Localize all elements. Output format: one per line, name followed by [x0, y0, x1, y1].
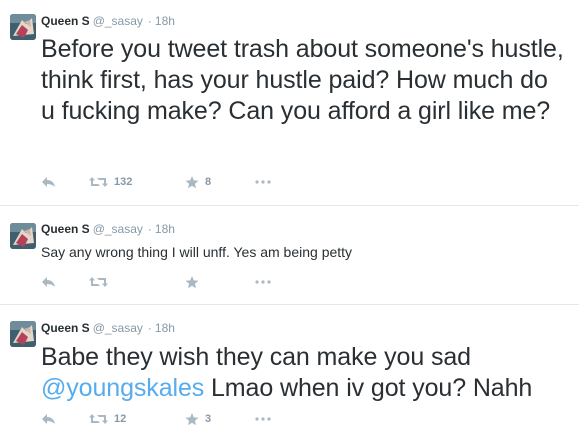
tweet-header: Queen S @_sasay · 18h [41, 321, 175, 335]
retweet-button[interactable]: 12 [89, 411, 126, 427]
tweet-text-content: Lmao when iv got you? Nahh [204, 374, 533, 402]
tweet-timestamp[interactable]: 18h [155, 321, 175, 335]
tweet-1[interactable]: Queen S @_sasay · 18h Before you tweet tras… [0, 0, 579, 206]
reply-icon [42, 277, 55, 287]
more-dots-icon [255, 417, 271, 421]
tweet-text-content: Before you tweet trash about someone's h… [41, 35, 564, 125]
more-options-button[interactable] [255, 174, 271, 190]
tweet-author-handle[interactable]: @_sasay [93, 14, 143, 28]
retweet-icon [89, 414, 108, 424]
tweet-text: Before you tweet trash about someone's h… [41, 34, 565, 127]
tweet-timestamp[interactable]: 18h [155, 14, 175, 28]
favorite-count: 8 [205, 176, 212, 188]
tweet-author-name[interactable]: Queen S [41, 14, 90, 28]
tweet-3[interactable]: Queen S @_sasay · 18h Babe they wish they c… [0, 305, 579, 441]
tweet-author-name[interactable]: Queen S [41, 321, 90, 335]
tweet-header: Queen S @_sasay · 18h [41, 14, 175, 28]
reply-button[interactable] [41, 411, 56, 427]
mention-link[interactable]: @youngskales [41, 374, 204, 402]
retweet-icon [89, 177, 108, 187]
retweet-button[interactable]: 132 [89, 174, 132, 190]
more-options-button[interactable] [255, 274, 271, 290]
avatar-image [10, 321, 36, 347]
avatar[interactable] [10, 223, 36, 249]
tweet-text: Babe they wish they can make you sad @yo… [41, 342, 565, 404]
avatar-image [10, 223, 36, 249]
separator-dot: · [147, 222, 152, 236]
tweet-author-name[interactable]: Queen S [41, 222, 90, 236]
tweet-text-content: Say any wrong thing I will unff. Yes am … [41, 244, 353, 260]
avatar[interactable] [10, 14, 36, 40]
avatar-image [10, 14, 36, 40]
favorite-button[interactable]: 3 [185, 411, 211, 427]
retweet-count: 12 [114, 413, 127, 425]
tweet-author-handle[interactable]: @_sasay [93, 222, 143, 236]
avatar[interactable] [10, 321, 36, 347]
favorite-count: 3 [205, 413, 212, 425]
star-icon [185, 275, 199, 288]
reply-button[interactable] [41, 174, 56, 190]
star-icon [185, 175, 199, 188]
favorite-button[interactable]: 8 [185, 174, 211, 190]
more-dots-icon [255, 180, 271, 184]
reply-button[interactable] [41, 274, 56, 290]
reply-icon [42, 414, 55, 424]
retweet-button[interactable] [89, 274, 114, 290]
more-dots-icon [255, 280, 271, 284]
reply-icon [42, 177, 55, 187]
favorite-button[interactable] [185, 274, 205, 290]
tweet-text: Say any wrong thing I will unff. Yes am … [41, 243, 565, 261]
retweet-count: 132 [114, 176, 133, 188]
retweet-icon [89, 277, 108, 287]
tweet-text-content: Babe they wish they can make you sad [41, 343, 471, 371]
tweet-header: Queen S @_sasay · 18h [41, 222, 175, 236]
star-icon [185, 412, 199, 425]
tweet-timestamp[interactable]: 18h [155, 222, 175, 236]
tweet-author-handle[interactable]: @_sasay [93, 321, 143, 335]
tweet-2[interactable]: Queen S @_sasay · 18h Say any wrong thing I… [0, 206, 579, 305]
separator-dot: · [147, 321, 152, 335]
separator-dot: · [147, 14, 152, 28]
tweet-timeline: Queen S @_sasay · 18h Before you tweet tras… [0, 0, 579, 441]
more-options-button[interactable] [255, 411, 271, 427]
